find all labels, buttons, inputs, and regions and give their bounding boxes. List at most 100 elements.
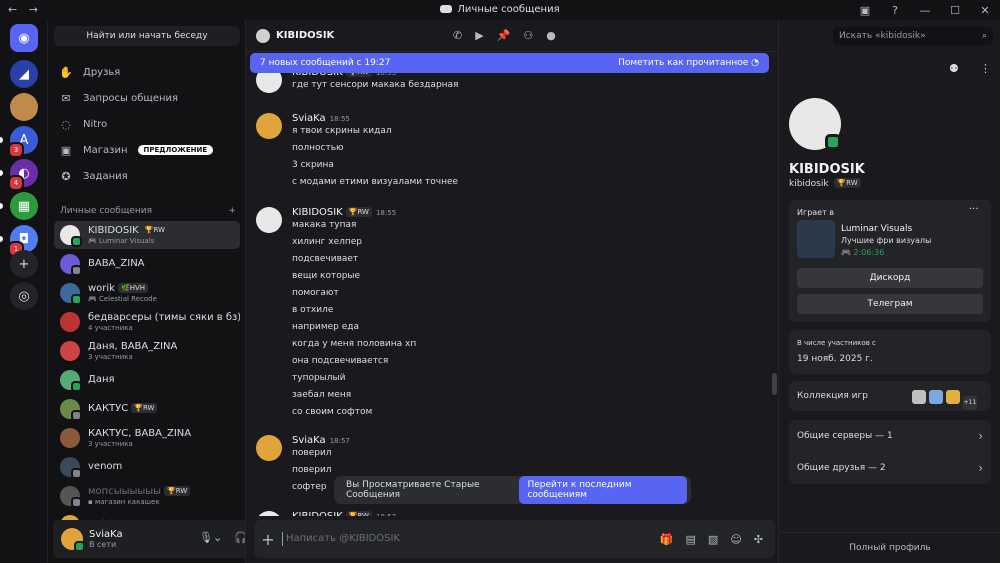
message-timestamp: 18:57 [329,437,350,445]
dm-item[interactable]: Даня [54,366,240,394]
create-dm-button[interactable]: + [228,206,236,216]
server-server-app[interactable]: ◘ 1 [8,225,38,257]
server-discord-home[interactable]: ◉ [10,24,38,52]
mutual-servers-label: Общие серверы — 1 [797,431,893,441]
more-options-icon[interactable]: ⋮ [980,62,991,75]
dm-item[interactable]: KIBIDOSIK 🏆RW 🎮 Luminar Visuals [54,221,240,249]
gif-icon[interactable]: ▤ [686,533,696,546]
message-avatar[interactable] [256,207,282,233]
mutual-friends-row[interactable]: Общие друзья — 2 › [789,453,991,483]
chat-scrollbar[interactable] [772,373,777,395]
game-icon-2[interactable] [929,390,943,404]
message-input[interactable]: Написать @KIBIDOSIK [282,532,660,546]
quests-icon: ✪ [61,169,71,183]
sticker-icon[interactable]: ▧ [708,533,718,546]
apps-icon[interactable]: ✣ [754,533,763,546]
roblox-game-icon[interactable] [912,390,926,404]
minimize-icon[interactable]: — [910,4,940,17]
server-server-photo[interactable] [10,93,38,121]
dm-name-text: BABA_ZINA [88,258,145,269]
help-icon[interactable]: ? [880,4,910,17]
game-icon-3[interactable] [946,390,960,404]
message-author[interactable]: KIBIDOSIK [292,511,343,516]
message-header: SviaKa 18:57 [292,435,350,446]
call-icon[interactable]: ✆ [453,29,462,42]
video-icon[interactable]: ▶ [475,29,483,42]
message-avatar[interactable] [256,435,282,461]
server-server-purple[interactable]: ◐ 4 [8,159,38,191]
nav-shop[interactable]: ▣ Магазин ПРЕДЛОЖЕНИЕ [54,138,240,162]
maximize-icon[interactable]: ☐ [940,4,970,17]
server-unread-pill [0,236,3,242]
profile-toggle-icon[interactable]: ● [546,29,556,42]
add-server-button[interactable]: + [10,250,38,278]
activity-more-icon[interactable]: ··· [969,204,979,215]
discord-link-button[interactable]: Дискорд [797,268,983,288]
game-cover-image[interactable] [797,220,835,258]
dm-item[interactable]: venom [54,453,240,481]
nav-mail[interactable]: ✉ Запросы общения [54,86,240,110]
games-more-count[interactable]: +11 [963,396,977,410]
new-messages-text: 7 новых сообщений с 19:27 [260,58,391,68]
dm-status-dot [71,410,82,421]
message-author[interactable]: SviaKa [292,435,326,446]
server-server-blue[interactable]: ◢ [10,60,38,88]
message-avatar[interactable] [256,113,282,139]
dm-item[interactable]: бедварсеры (тимы сяки в бз) 4 участника [54,308,240,336]
profile-avatar[interactable] [789,98,841,150]
telegram-link-button[interactable]: Телеграм [797,294,983,314]
profile-panel: ✆ ▶ 📌 ⚇ ● Искать «kibidosik» ⌕ ⚉ ⋮ KIBID… [453,20,1000,563]
message-avatar[interactable] [256,73,282,93]
inbox-icon[interactable]: ▣ [850,4,880,17]
find-conversation-button[interactable]: Найти или начать беседу [54,26,240,46]
nav-nitro[interactable]: ◌ Nitro [54,112,240,136]
message-timestamp: 18:57 [376,513,396,516]
view-full-profile-button[interactable]: Полный профиль [779,532,1000,562]
dm-item[interactable]: BABA_ZINA [54,250,240,278]
dm-item[interactable]: мопсыыыыыы 🏆RW ▪ магазин какашек [54,482,240,510]
profile-tag[interactable]: 🏆RW [834,178,861,188]
dm-item[interactable]: КАКТУС 🏆RW [54,395,240,423]
dm-status-dot [71,265,82,276]
dm-item[interactable]: КАКТУС, BABA_ZINA 3 участника [54,424,240,452]
dm-item[interactable]: Даня, BABA_ZINA 3 участника [54,337,240,365]
dm-text: KIBIDOSIK 🏆RW 🎮 Luminar Visuals [88,224,168,246]
server-glyph-icon: ◉ [18,30,30,46]
dm-avatar [60,370,82,392]
message-author[interactable]: SviaKa [292,113,326,124]
discover-servers-icon[interactable]: ◎ [10,282,38,310]
dm-text: Даня [88,374,115,386]
mark-as-read-button[interactable]: Пометить как прочитанное ◔ [618,58,759,68]
nav-quests[interactable]: ✪ Задания [54,164,240,188]
gift-icon[interactable]: 🎁 [660,533,674,546]
message-avatar[interactable] [256,511,282,516]
emoji-icon[interactable]: ☺ [730,533,741,546]
member-since-card: В числе участников с 19 нояб. 2025 г. [789,330,991,374]
message-author[interactable]: KIBIDOSIK [292,207,343,218]
dm-name: мопсыыыыыы 🏆RW [88,485,191,498]
message-line: тупорылый [292,373,346,383]
user-avatar[interactable] [61,528,85,552]
upload-plus-icon[interactable]: + [254,530,282,549]
server-server-a[interactable]: A3 [8,126,38,158]
dm-subtitle: 3 участника [88,352,133,361]
jump-to-present-button[interactable]: Перейти к последним сообщениям [519,476,687,504]
nav-label: Друзья [83,66,121,78]
new-messages-bar[interactable]: 7 новых сообщений с 19:27 Пометить как п… [250,53,769,73]
chat-title: KIBIDOSIK [276,30,335,41]
nav-friends[interactable]: ✋ Друзья [54,60,240,84]
dm-item[interactable]: worik 🌿HVH 🎮 Celestial Recode [54,279,240,307]
mutual-servers-row[interactable]: Общие серверы — 1 › [789,421,991,451]
activity-card: Играет в ··· Luminar Visuals Лучшие фри … [789,200,991,322]
add-friends-icon[interactable]: ⚇ [523,29,533,42]
message-author[interactable]: KIBIDOSIK [292,73,343,78]
close-icon[interactable]: ✕ [970,4,1000,17]
message-timestamp: 18:55 [375,73,397,77]
game-collection-card[interactable]: Коллекция игр +11 [789,381,991,411]
pin-icon[interactable]: 📌 [497,29,511,42]
dm-name: Даня [88,374,115,386]
server-server-green[interactable]: ▦ [10,192,38,220]
search-input[interactable]: Искать «kibidosik» ⌕ [833,27,993,45]
add-friend-icon[interactable]: ⚉ [949,62,959,75]
microphone-icon[interactable]: 🎙⌄ [199,531,222,544]
